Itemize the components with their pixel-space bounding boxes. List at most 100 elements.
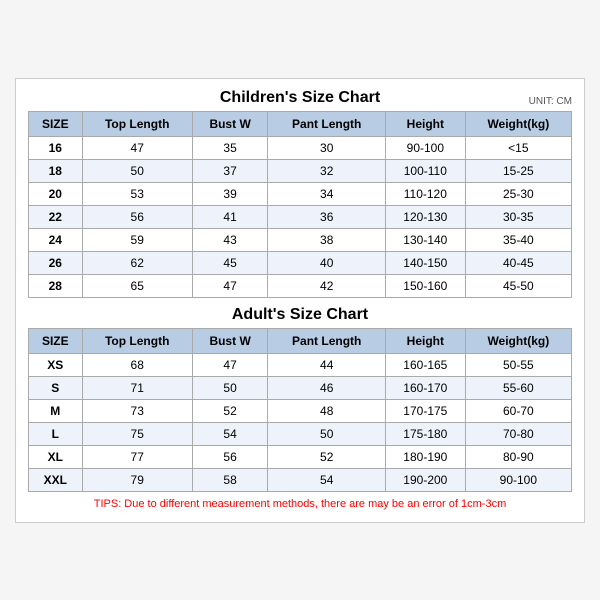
table-cell: S	[29, 376, 83, 399]
table-cell: 50	[82, 159, 192, 182]
table-row: 20533934110-12025-30	[29, 182, 572, 205]
children-thead: SIZETop LengthBust WPant LengthHeightWei…	[29, 111, 572, 136]
table-cell: 79	[82, 468, 192, 491]
table-cell: 50-55	[465, 353, 571, 376]
table-cell: 80-90	[465, 445, 571, 468]
table-cell: <15	[465, 136, 571, 159]
tips-text: TIPS: Due to different measurement metho…	[28, 498, 572, 510]
table-cell: 60-70	[465, 399, 571, 422]
table-cell: L	[29, 422, 83, 445]
children-header-cell: Bust W	[192, 111, 268, 136]
table-row: 22564136120-13030-35	[29, 205, 572, 228]
table-cell: 34	[268, 182, 386, 205]
table-cell: 38	[268, 228, 386, 251]
table-cell: 18	[29, 159, 83, 182]
table-cell: 44	[268, 353, 386, 376]
table-cell: 50	[192, 376, 268, 399]
adult-table: SIZETop LengthBust WPant LengthHeightWei…	[28, 328, 572, 492]
adult-header-cell: SIZE	[29, 328, 83, 353]
table-row: 1647353090-100<15	[29, 136, 572, 159]
table-cell: 35	[192, 136, 268, 159]
table-row: XS684744160-16550-55	[29, 353, 572, 376]
table-cell: 20	[29, 182, 83, 205]
table-cell: 40-45	[465, 251, 571, 274]
adult-header-cell: Weight(kg)	[465, 328, 571, 353]
children-header-cell: Weight(kg)	[465, 111, 571, 136]
table-cell: 77	[82, 445, 192, 468]
table-row: XXL795854190-20090-100	[29, 468, 572, 491]
table-cell: 52	[192, 399, 268, 422]
table-cell: 150-160	[386, 274, 466, 297]
table-cell: 55-60	[465, 376, 571, 399]
table-cell: 45	[192, 251, 268, 274]
table-cell: 47	[82, 136, 192, 159]
adult-title-row: Adult's Size Chart	[28, 306, 572, 324]
table-cell: 100-110	[386, 159, 466, 182]
table-cell: 26	[29, 251, 83, 274]
table-cell: 90-100	[465, 468, 571, 491]
adult-header-row: SIZETop LengthBust WPant LengthHeightWei…	[29, 328, 572, 353]
table-cell: 180-190	[386, 445, 466, 468]
table-cell: 170-175	[386, 399, 466, 422]
table-cell: XL	[29, 445, 83, 468]
table-cell: 16	[29, 136, 83, 159]
children-header-row: SIZETop LengthBust WPant LengthHeightWei…	[29, 111, 572, 136]
table-cell: 175-180	[386, 422, 466, 445]
table-cell: 42	[268, 274, 386, 297]
table-cell: 59	[82, 228, 192, 251]
table-cell: 37	[192, 159, 268, 182]
children-header-cell: SIZE	[29, 111, 83, 136]
table-cell: 68	[82, 353, 192, 376]
table-cell: 28	[29, 274, 83, 297]
table-row: 24594338130-14035-40	[29, 228, 572, 251]
table-cell: 53	[82, 182, 192, 205]
table-cell: 110-120	[386, 182, 466, 205]
table-cell: 160-170	[386, 376, 466, 399]
table-row: XL775652180-19080-90	[29, 445, 572, 468]
table-cell: 41	[192, 205, 268, 228]
table-cell: 25-30	[465, 182, 571, 205]
table-cell: 58	[192, 468, 268, 491]
table-cell: 54	[268, 468, 386, 491]
table-cell: M	[29, 399, 83, 422]
unit-label: UNIT: CM	[529, 96, 572, 107]
table-cell: 30	[268, 136, 386, 159]
table-cell: 47	[192, 353, 268, 376]
table-cell: 30-35	[465, 205, 571, 228]
table-cell: 52	[268, 445, 386, 468]
table-cell: 45-50	[465, 274, 571, 297]
table-cell: 43	[192, 228, 268, 251]
table-cell: 15-25	[465, 159, 571, 182]
children-table: SIZETop LengthBust WPant LengthHeightWei…	[28, 111, 572, 298]
table-cell: 70-80	[465, 422, 571, 445]
children-title-row: Children's Size Chart UNIT: CM	[28, 89, 572, 107]
adult-header-cell: Bust W	[192, 328, 268, 353]
table-cell: 54	[192, 422, 268, 445]
table-cell: 48	[268, 399, 386, 422]
table-cell: 190-200	[386, 468, 466, 491]
table-cell: 56	[192, 445, 268, 468]
adult-header-cell: Pant Length	[268, 328, 386, 353]
children-header-cell: Top Length	[82, 111, 192, 136]
table-cell: 140-150	[386, 251, 466, 274]
table-row: 18503732100-11015-25	[29, 159, 572, 182]
table-row: 26624540140-15040-45	[29, 251, 572, 274]
table-cell: 40	[268, 251, 386, 274]
table-cell: 22	[29, 205, 83, 228]
table-cell: XXL	[29, 468, 83, 491]
chart-container: Children's Size Chart UNIT: CM SIZETop L…	[15, 78, 585, 523]
table-cell: 90-100	[386, 136, 466, 159]
table-row: S715046160-17055-60	[29, 376, 572, 399]
table-cell: 32	[268, 159, 386, 182]
table-cell: 56	[82, 205, 192, 228]
table-row: L755450175-18070-80	[29, 422, 572, 445]
table-cell: 160-165	[386, 353, 466, 376]
adult-tbody: XS684744160-16550-55S715046160-17055-60M…	[29, 353, 572, 491]
adult-thead: SIZETop LengthBust WPant LengthHeightWei…	[29, 328, 572, 353]
table-cell: 73	[82, 399, 192, 422]
adult-title: Adult's Size Chart	[232, 306, 368, 324]
table-cell: 50	[268, 422, 386, 445]
children-title: Children's Size Chart	[220, 89, 380, 107]
adult-header-cell: Height	[386, 328, 466, 353]
table-row: 28654742150-16045-50	[29, 274, 572, 297]
